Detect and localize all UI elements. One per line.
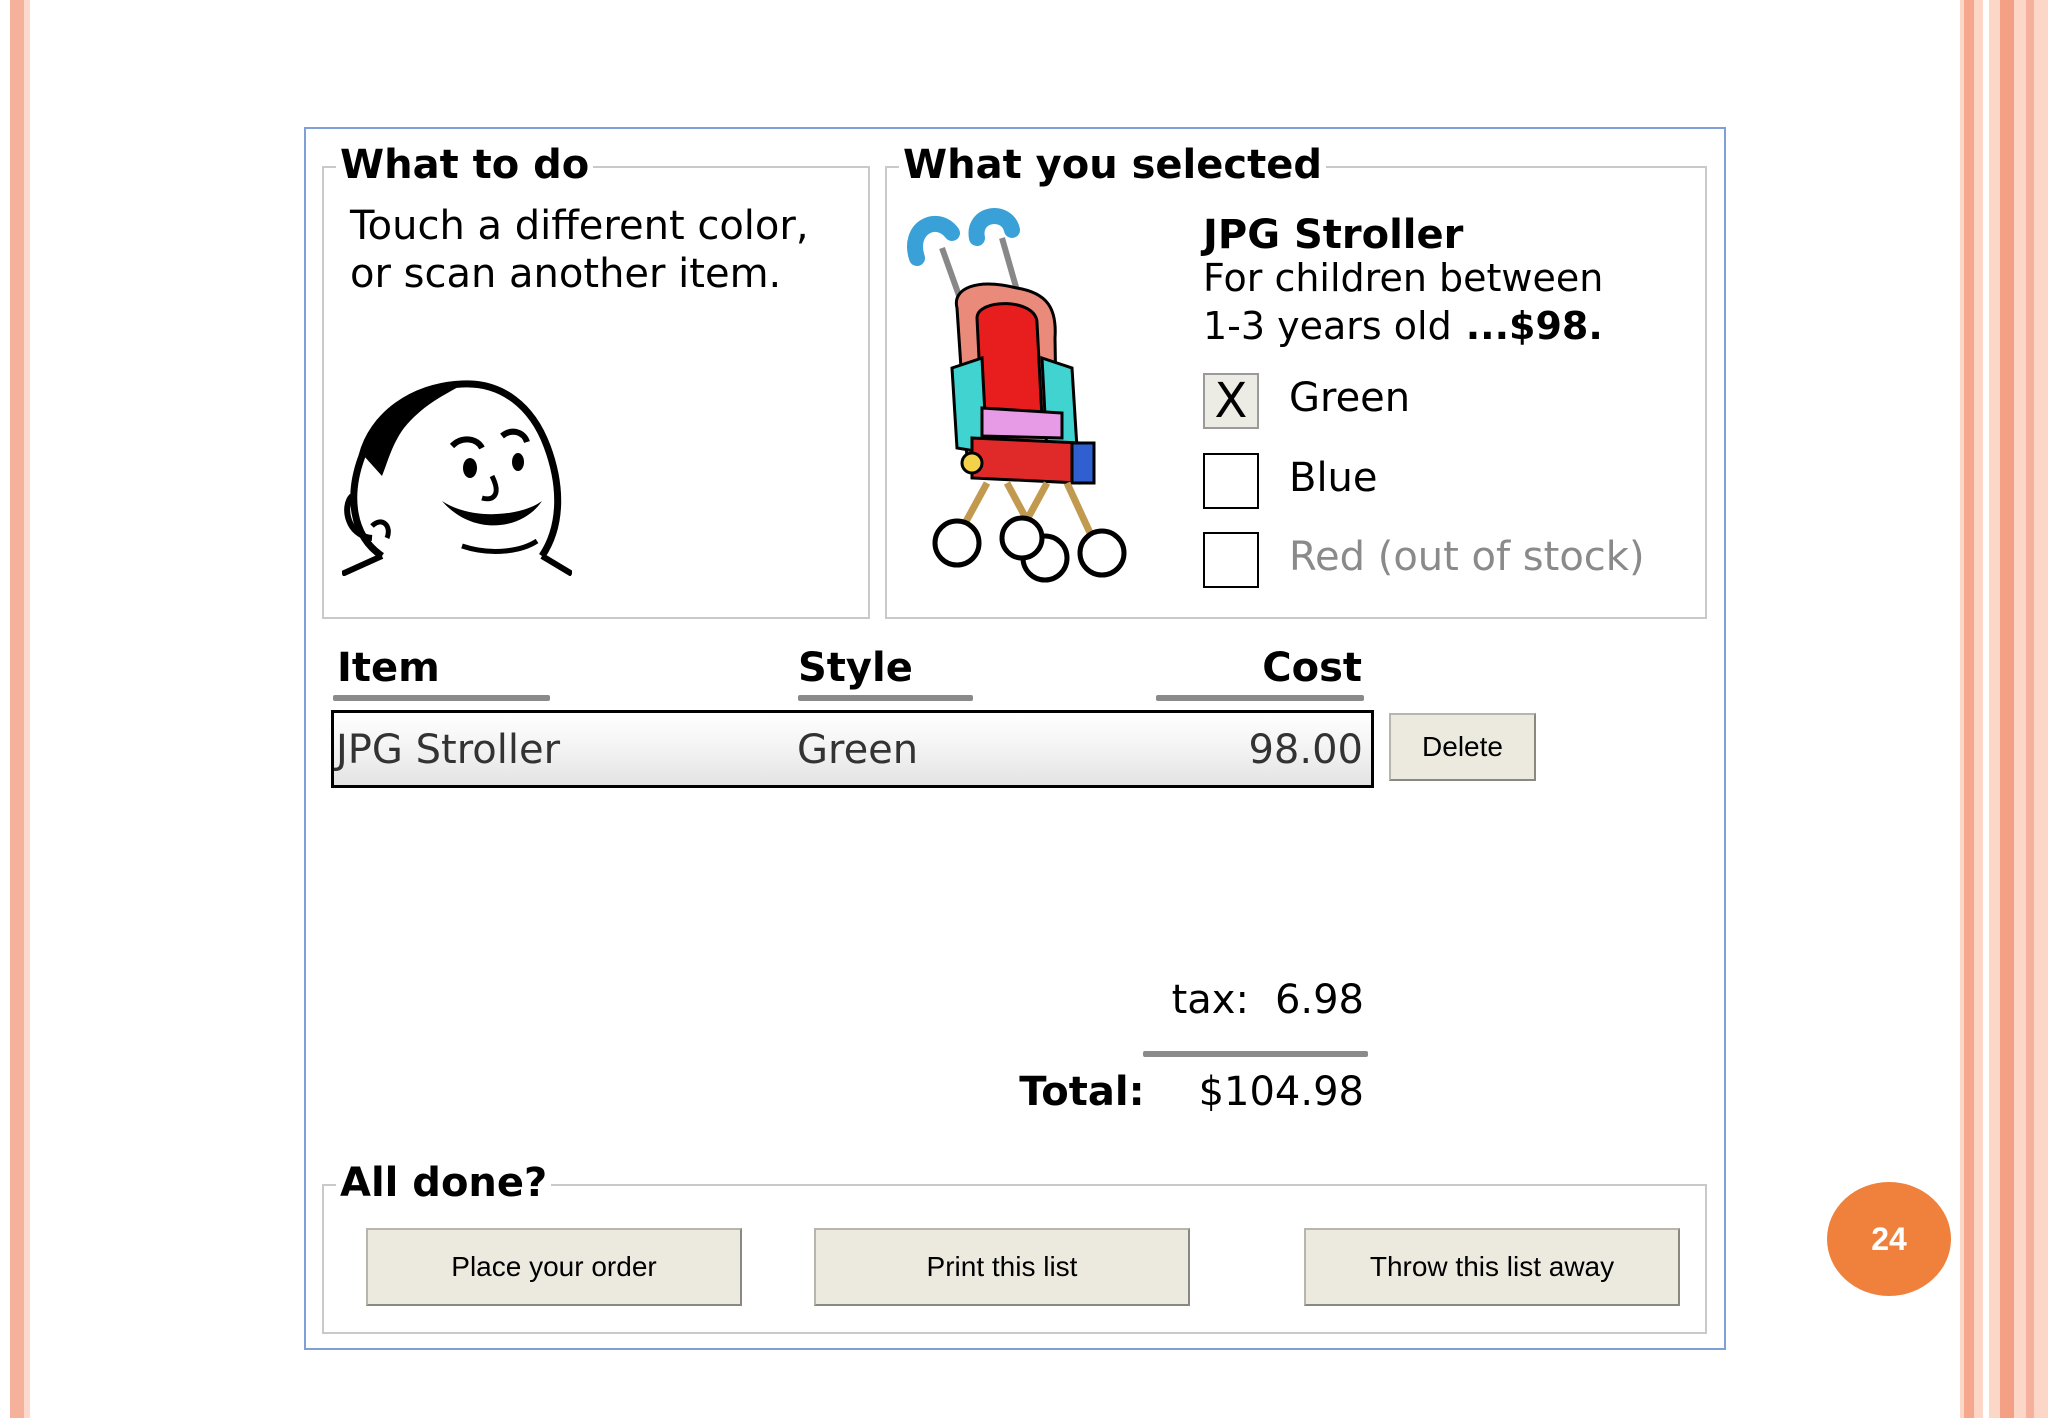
color-option-label: Blue	[1289, 455, 1378, 501]
what-to-do-panel: What to do Touch a different color, or s…	[322, 142, 870, 619]
print-list-button[interactable]: Print this list	[814, 1228, 1190, 1306]
product-price: ...$98.	[1465, 304, 1603, 348]
header-underline	[333, 695, 550, 701]
tax-line: tax: 6.98	[1172, 977, 1364, 1023]
slide-right-stripe	[1964, 0, 1974, 1418]
column-header-cost: Cost	[1262, 645, 1362, 691]
column-header-style: Style	[798, 645, 913, 691]
header-underline	[1156, 695, 1364, 701]
product-name: JPG Stroller	[1203, 212, 1464, 258]
smiling-man-face-icon	[342, 380, 572, 576]
color-option-label: Green	[1289, 375, 1411, 421]
item-cell: JPG Stroller	[336, 727, 561, 773]
instruction-line: Touch a different color,	[350, 203, 809, 249]
description-line: For children between	[1203, 256, 1604, 300]
header-underline	[798, 695, 973, 701]
what-you-selected-title: What you selected	[899, 142, 1326, 188]
all-done-title: All done?	[336, 1160, 552, 1206]
style-cell: Green	[797, 727, 919, 773]
green-checkbox[interactable]: X	[1203, 373, 1259, 429]
delete-button[interactable]: Delete	[1389, 713, 1536, 781]
slide-left-border	[10, 0, 24, 1418]
place-order-button[interactable]: Place your order	[366, 1228, 742, 1306]
slide-right-stripe	[1983, 0, 1989, 1418]
slide-right-stripe	[2000, 0, 2014, 1418]
kiosk-window: What to do Touch a different color, or s…	[304, 127, 1726, 1350]
slide-right-stripe	[2026, 0, 2034, 1418]
table-row[interactable]: JPG Stroller Green 98.00	[331, 710, 1374, 788]
color-option-blue[interactable]: Blue	[1203, 453, 1703, 523]
total-line: Total: $104.98	[1019, 1069, 1364, 1115]
total-label: Total:	[1019, 1069, 1145, 1115]
cost-cell: 98.00	[1248, 727, 1363, 773]
column-header-item: Item	[337, 645, 440, 691]
throw-list-away-button[interactable]: Throw this list away	[1304, 1228, 1680, 1306]
blue-checkbox[interactable]	[1203, 453, 1259, 509]
product-description: For children between 1-3 years old ...$98…	[1203, 254, 1603, 350]
description-line: 1-3 years old	[1203, 304, 1452, 348]
instruction-line: or scan another item.	[350, 251, 782, 297]
color-option-label: Red (out of stock)	[1289, 534, 1645, 580]
all-done-panel: All done? Place your order Print this li…	[322, 1160, 1707, 1334]
red-checkbox[interactable]	[1203, 532, 1259, 588]
slide-page-number: 24	[1827, 1182, 1951, 1296]
color-option-red[interactable]: Red (out of stock)	[1203, 532, 1703, 602]
total-divider	[1143, 1051, 1368, 1057]
tax-label: tax:	[1171, 977, 1249, 1023]
total-value: $104.98	[1198, 1069, 1364, 1115]
tax-value: 6.98	[1274, 977, 1364, 1023]
stroller-image	[907, 208, 1127, 583]
instructions: Touch a different color, or scan another…	[350, 202, 809, 298]
what-you-selected-panel: What you selected JPG Stroller For child…	[885, 142, 1707, 619]
description-line-with-price: 1-3 years old ...$98.	[1203, 302, 1603, 350]
slide-left-border-inner	[24, 0, 30, 1418]
color-option-green[interactable]: X Green	[1203, 373, 1703, 443]
what-to-do-title: What to do	[336, 142, 594, 188]
